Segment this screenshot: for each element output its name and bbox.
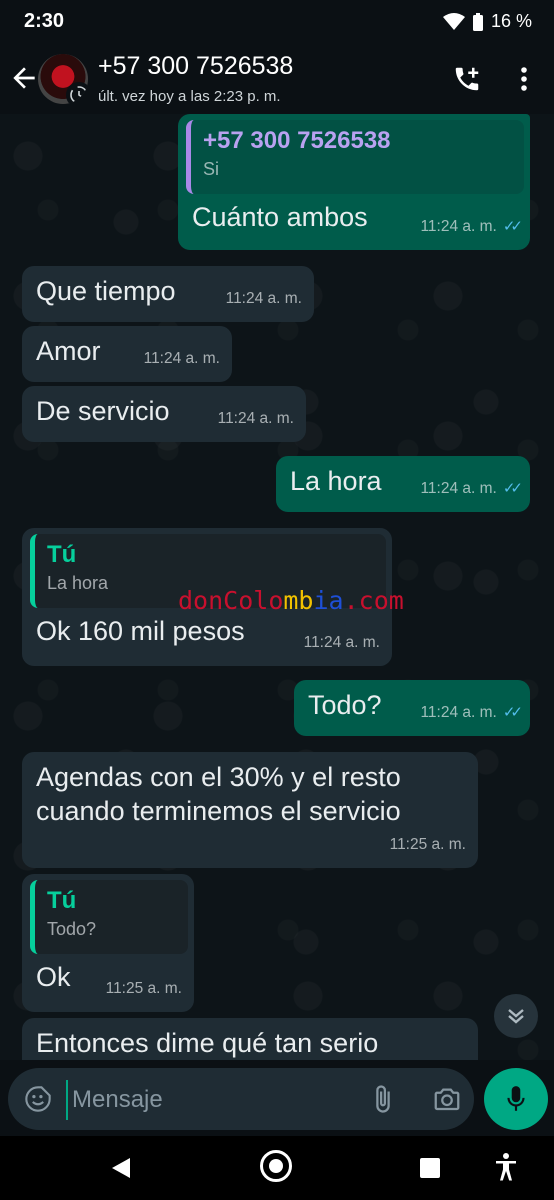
message-time: 11:24 a. m. [217,410,294,427]
nav-recents-icon[interactable] [420,1158,440,1178]
chat-header: +57 300 7526538 últ. vez hoy a las 2:23 … [0,42,554,114]
message-meta: 11:24 a. m. [218,402,294,436]
camera-icon[interactable] [432,1084,462,1114]
read-receipt-icon: ✓✓ [502,480,523,497]
message-time: 11:25 a. m. [105,980,182,997]
watermark-segment: lo [253,586,284,615]
message-meta: 11:24 a. m. [226,282,302,316]
message-time: 11:24 a. m. [303,634,380,651]
nav-home-icon[interactable] [260,1150,292,1182]
voice-message-button[interactable] [484,1068,548,1130]
message-time: 11:24 a. m. [143,350,220,367]
message-time: 11:25 a. m. [389,836,466,853]
message-meta: 11:24 a. m. ✓✓ [420,696,523,730]
watermark-text: donColombia.com [178,586,404,615]
message-meta: 11:25 a. m. [390,828,466,862]
message-meta: 11:24 a. m. ✓✓ [420,472,523,506]
quoted-sender: Tú [47,887,77,914]
status-icons: 16 % [442,11,532,32]
battery-percent: 16 % [490,11,532,31]
message-composer [8,1068,474,1130]
watermark-segment: mb [283,586,314,615]
message-text: La hora [290,466,382,496]
watermark-segment: don [178,586,224,615]
message-text: Amor [36,336,101,366]
add-call-icon[interactable] [452,64,482,94]
read-receipt-icon: ✓✓ [502,704,523,721]
message-incoming[interactable]: Amor 11:24 a. m. [22,326,232,382]
quoted-message[interactable]: +57 300 7526538 Si [186,120,524,194]
sticker-icon[interactable] [24,1085,52,1113]
message-text: Entonces dime qué tan serio [36,1028,379,1058]
attach-icon[interactable] [368,1084,398,1114]
quoted-text: Si [203,159,220,179]
last-seen: últ. vez hoy a las 2:23 p. m. [98,88,281,105]
watermark: donColombia.com [178,586,404,615]
message-outgoing[interactable]: Todo? 11:24 a. m. ✓✓ [294,680,530,736]
message-time: 11:24 a. m. [225,290,302,307]
battery-icon [472,12,483,31]
message-time: 11:24 a. m. [420,704,497,721]
message-incoming[interactable]: De servicio 11:24 a. m. [22,386,306,442]
message-incoming[interactable]: Entonces dime qué tan serio [22,1018,478,1060]
message-incoming[interactable]: Tú Todo? Ok 11:25 a. m. [22,874,194,1012]
message-text: Todo? [308,690,382,720]
read-receipt-icon: ✓✓ [502,218,523,235]
message-text: Que tiempo [36,276,176,306]
message-text: De servicio [36,396,170,426]
status-bar: 2:30 16 % [0,0,554,42]
more-vert-icon[interactable] [512,64,536,94]
nav-back-icon[interactable] [110,1156,132,1180]
message-time: 11:24 a. m. [420,480,497,497]
quoted-text: Todo? [47,919,97,939]
message-incoming[interactable]: Agendas con el 30% y el resto cuando ter… [22,752,478,868]
back-arrow-icon[interactable] [8,62,40,94]
mic-icon [507,1086,525,1111]
contact-avatar[interactable] [38,54,88,104]
message-incoming[interactable]: Que tiempo 11:24 a. m. [22,266,314,322]
wifi-icon [442,12,465,30]
quoted-message[interactable]: Tú Todo? [30,880,188,954]
message-meta: 11:25 a. m. [106,972,182,1006]
status-time: 2:30 [24,10,65,32]
scroll-down-icon [508,1009,524,1024]
watermark-segment: Co [223,586,254,615]
watermark-segment: ia [313,586,344,615]
quoted-sender: Tú [47,541,77,568]
system-nav-bar [0,1136,554,1200]
message-outgoing[interactable]: +57 300 7526538 Si Cuánto ambos 11:24 a.… [178,114,530,250]
scroll-down-button[interactable] [494,994,538,1038]
accessibility-icon[interactable] [494,1152,518,1182]
message-meta: 11:24 a. m. [304,626,380,660]
message-time: 11:24 a. m. [420,218,497,235]
watermark-segment: .com [343,586,404,615]
message-text-line-1: Agendas con el 30% y el resto [36,762,401,792]
message-meta: 11:24 a. m. ✓✓ [420,210,523,244]
quoted-sender: +57 300 7526538 [203,127,391,154]
message-input[interactable] [66,1080,324,1120]
message-outgoing[interactable]: La hora 11:24 a. m. ✓✓ [276,456,530,512]
disappearing-messages-icon [66,82,88,104]
message-text-line-2: cuando terminemos el servicio [36,796,401,826]
message-meta: 11:24 a. m. [144,342,220,376]
contact-name[interactable]: +57 300 7526538 [98,52,293,81]
